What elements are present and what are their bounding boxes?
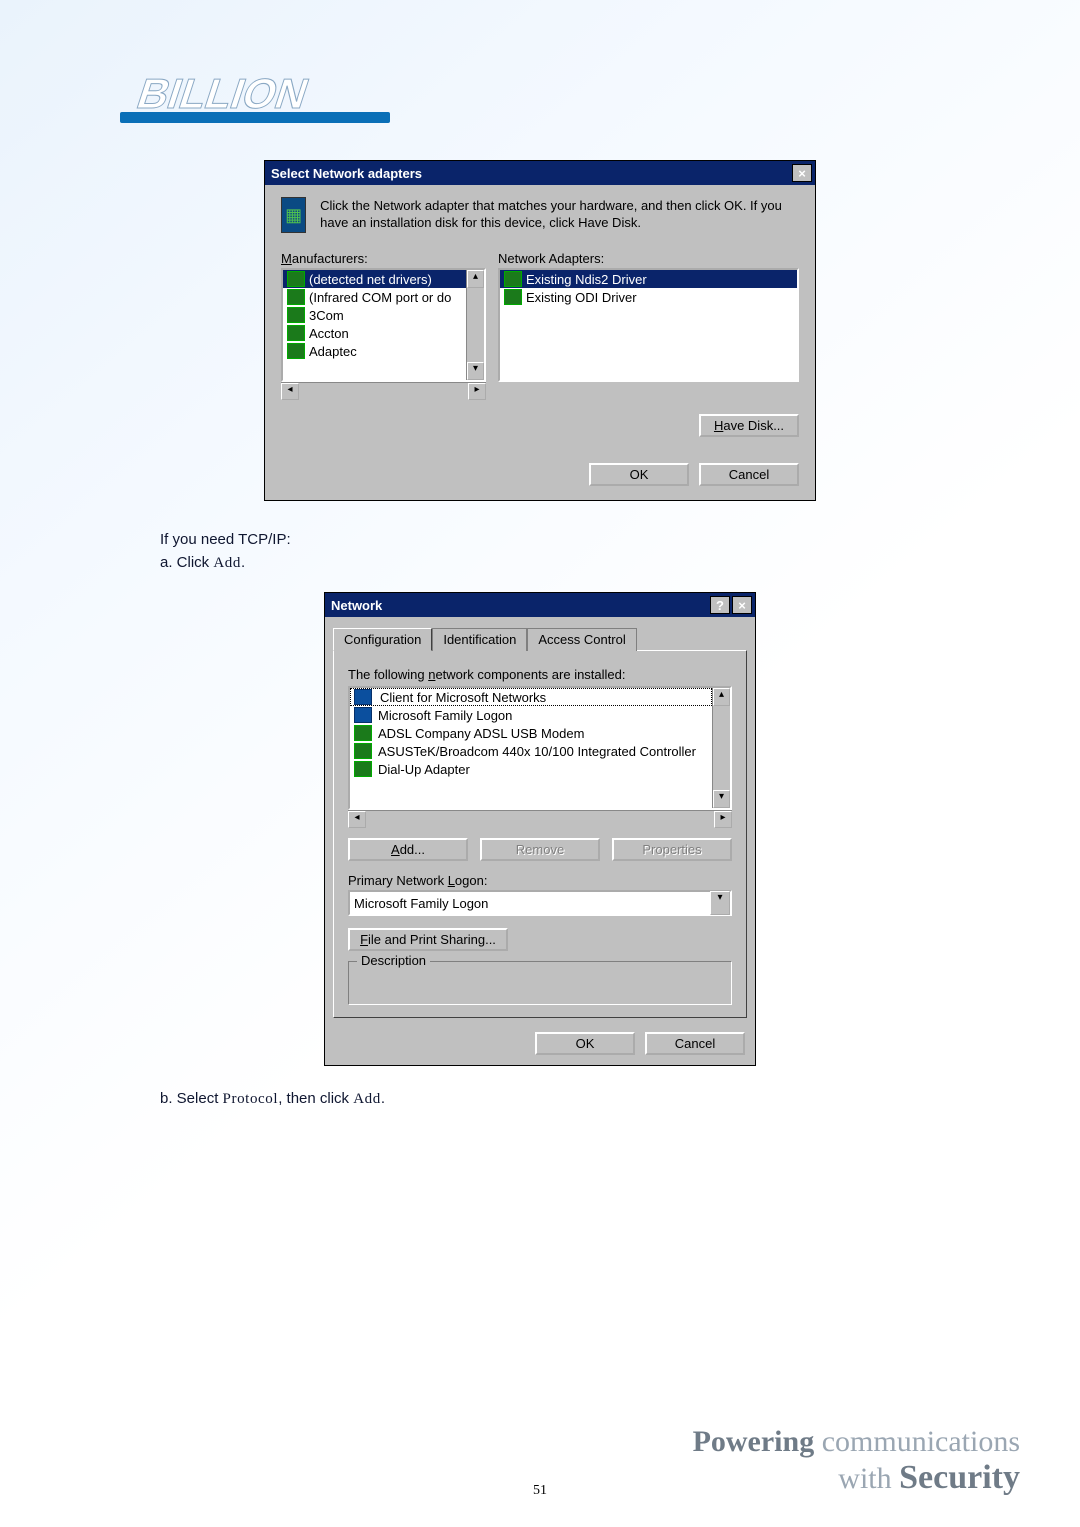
dialog-title: Select Network adapters — [271, 166, 422, 181]
scrollbar-vertical[interactable]: ▴ ▾ — [712, 688, 730, 808]
instruction-step-a: a. Click Add. — [160, 554, 960, 572]
list-item[interactable]: ASUSTeK/Broadcom 440x 10/100 Integrated … — [350, 742, 712, 760]
manufacturers-list[interactable]: (detected net drivers) (Infrared COM por… — [281, 268, 486, 382]
tab-page: The following network components are ins… — [333, 650, 747, 1018]
network-dialog: Network ? × Configuration Identification… — [324, 592, 756, 1066]
help-icon[interactable]: ? — [710, 596, 730, 614]
description-label: Description — [357, 953, 430, 968]
cancel-button[interactable]: Cancel — [699, 463, 799, 486]
ok-button[interactable]: OK — [589, 463, 689, 486]
scroll-up-icon[interactable]: ▴ — [713, 688, 730, 706]
primary-logon-label: Primary Network Logon: — [348, 873, 732, 888]
dialog-titlebar: Network ? × — [325, 593, 755, 617]
ok-button[interactable]: OK — [535, 1032, 635, 1055]
primary-logon-combo[interactable]: Microsoft Family Logon ▾ — [348, 890, 732, 916]
adapters-label: Network Adapters: — [498, 251, 799, 266]
properties-button: Properties — [612, 838, 732, 861]
manufacturers-label: MManufacturers:anufacturers: — [281, 251, 486, 266]
list-item[interactable]: Client for Microsoft Networks — [350, 688, 712, 706]
adapters-list[interactable]: Existing Ndis2 Driver Existing ODI Drive… — [498, 268, 799, 382]
scroll-up-icon[interactable]: ▴ — [467, 270, 484, 288]
tab-strip: Configuration Identification Access Cont… — [333, 627, 755, 650]
tab-configuration[interactable]: Configuration — [333, 628, 432, 651]
scrollbar-horizontal[interactable]: ◂ ▸ — [281, 382, 486, 400]
file-print-sharing-button[interactable]: File and Print Sharing... — [348, 928, 508, 951]
list-item[interactable]: Accton — [283, 324, 466, 342]
add-button[interactable]: Add... — [348, 838, 468, 861]
select-network-adapters-dialog: Select Network adapters × ▦ Click the Ne… — [264, 160, 816, 501]
close-icon[interactable]: × — [792, 164, 812, 182]
scrollbar-vertical[interactable]: ▴ ▾ — [466, 270, 484, 380]
scroll-left-icon[interactable]: ◂ — [281, 383, 299, 400]
list-item[interactable]: 3Com — [283, 306, 466, 324]
adapter-icon: ▦ — [281, 197, 306, 233]
instruction-text: If you need TCP/IP: — [160, 531, 960, 548]
instruction-step-b: b. Select Protocol, then click Add. — [160, 1090, 960, 1108]
primary-logon-value: Microsoft Family Logon — [350, 896, 710, 911]
have-disk-button[interactable]: Have Disk... — [699, 414, 799, 437]
scroll-down-icon[interactable]: ▾ — [713, 790, 730, 808]
components-list[interactable]: Client for Microsoft Networks Microsoft … — [348, 686, 732, 810]
list-item[interactable]: Dial-Up Adapter — [350, 760, 712, 778]
list-item[interactable]: ADSL Company ADSL USB Modem — [350, 724, 712, 742]
brand-logo: BILLION — [120, 60, 960, 150]
scrollbar-horizontal[interactable]: ◂ ▸ — [348, 810, 732, 828]
list-item[interactable]: Existing ODI Driver — [500, 288, 797, 306]
list-item[interactable]: (Infrared COM port or do — [283, 288, 466, 306]
footer-slogan: Powering communications with Security — [693, 1425, 1020, 1497]
chevron-down-icon[interactable]: ▾ — [710, 891, 730, 915]
tab-access-control[interactable]: Access Control — [527, 628, 636, 651]
scroll-right-icon[interactable]: ▸ — [714, 811, 732, 828]
list-item[interactable]: Existing Ndis2 Driver — [500, 270, 797, 288]
brand-text: BILLION — [131, 71, 314, 118]
remove-button: Remove — [480, 838, 600, 861]
dialog-title: Network — [331, 598, 382, 613]
dialog-titlebar: Select Network adapters × — [265, 161, 815, 185]
dialog-instruction: Click the Network adapter that matches y… — [320, 197, 799, 231]
scroll-right-icon[interactable]: ▸ — [468, 383, 486, 400]
description-group: Description — [348, 961, 732, 1005]
cancel-button[interactable]: Cancel — [645, 1032, 745, 1055]
close-icon[interactable]: × — [732, 596, 752, 614]
list-item[interactable]: (detected net drivers) — [283, 270, 466, 288]
scroll-left-icon[interactable]: ◂ — [348, 811, 366, 828]
tab-identification[interactable]: Identification — [432, 628, 527, 651]
list-item[interactable]: Microsoft Family Logon — [350, 706, 712, 724]
list-item[interactable]: Adaptec — [283, 342, 466, 360]
scroll-down-icon[interactable]: ▾ — [467, 362, 484, 380]
components-label: The following network components are ins… — [348, 667, 732, 682]
